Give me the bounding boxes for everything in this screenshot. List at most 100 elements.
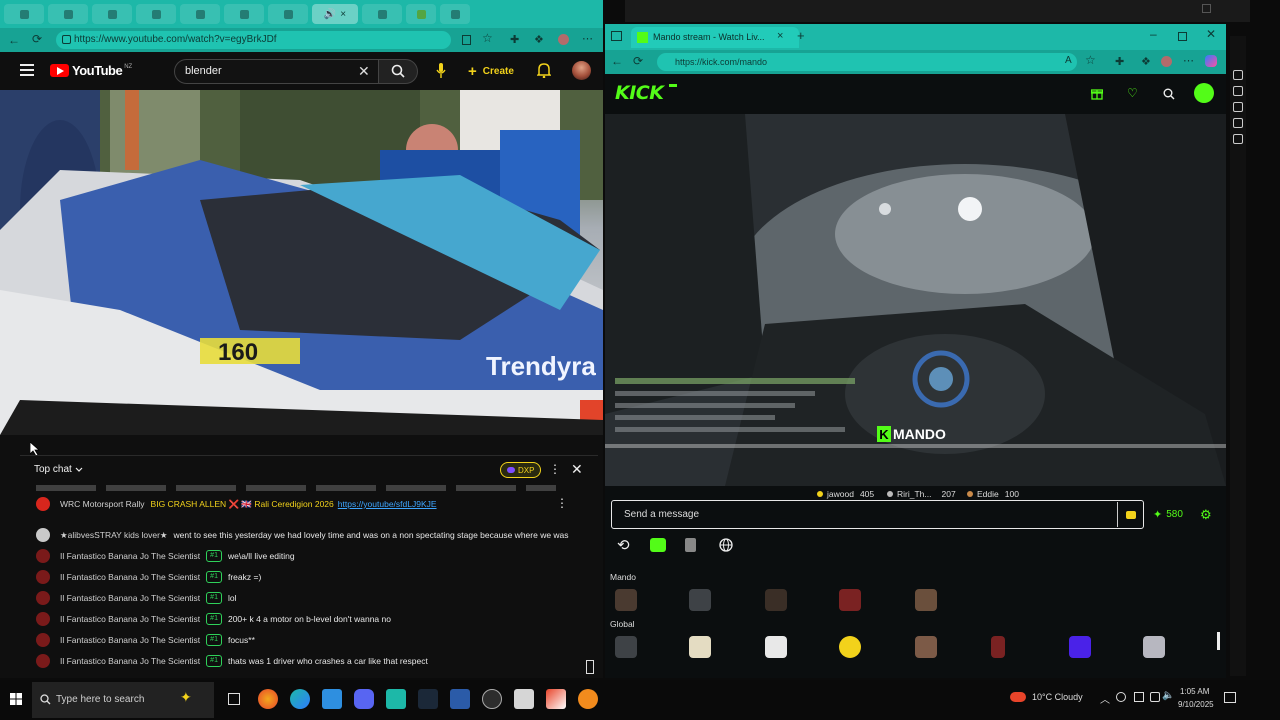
- emote-scrollbar[interactable]: [1217, 632, 1220, 650]
- chat-message[interactable]: ★alibvesSTRAY kids lover★ went to see th…: [20, 525, 580, 545]
- youtube-logo[interactable]: YouTube NZ: [50, 63, 132, 78]
- emote[interactable]: [1143, 636, 1165, 658]
- clock-date[interactable]: 9/10/2025: [1178, 700, 1214, 709]
- url-field[interactable]: https://kick.com/mando: [657, 53, 1077, 71]
- chat-author[interactable]: ★alibvesSTRAY kids lover★: [60, 530, 168, 541]
- minimize-icon[interactable]: –: [1150, 27, 1157, 41]
- tray-chevron-up-icon[interactable]: ︿: [1100, 691, 1110, 706]
- window-restore-icon[interactable]: [1202, 4, 1211, 13]
- rewards-icon[interactable]: [1091, 88, 1103, 100]
- browser-tab[interactable]: [136, 4, 176, 24]
- window-close-icon[interactable]: ✕: [1206, 27, 1216, 41]
- taskbar-app-icon[interactable]: [386, 689, 406, 709]
- chat-message[interactable]: Il Fantastico Banana Jo The Scientist #1…: [20, 609, 580, 629]
- supporter-chip[interactable]: Eddie 100: [967, 489, 1019, 499]
- taskbar-app-icon[interactable]: [482, 689, 502, 709]
- hamburger-menu-icon[interactable]: [20, 64, 34, 76]
- browser-tab[interactable]: [440, 4, 470, 24]
- browser-tab[interactable]: [406, 4, 436, 24]
- read-aloud-icon[interactable]: A: [1065, 55, 1072, 66]
- tab-close-icon[interactable]: ×: [340, 9, 346, 20]
- account-avatar[interactable]: [572, 61, 591, 80]
- supporter-chip[interactable]: jawood 405: [817, 489, 874, 499]
- emote[interactable]: [915, 636, 937, 658]
- browser-tab[interactable]: [48, 4, 88, 24]
- profile-icon[interactable]: [1161, 56, 1172, 67]
- browser-tab[interactable]: [4, 4, 44, 24]
- network-icon[interactable]: [1134, 692, 1144, 702]
- kick-logo[interactable]: KICK: [615, 82, 664, 104]
- channel-points[interactable]: ✦ 580: [1153, 508, 1183, 521]
- pinned-more-icon[interactable]: ⋮: [556, 496, 568, 510]
- sidebar-app-icon[interactable]: [1233, 102, 1243, 112]
- profile-icon[interactable]: [558, 34, 569, 45]
- youtube-video-player[interactable]: 160 Trendyra: [0, 90, 603, 435]
- following-heart-icon[interactable]: ♡: [1127, 86, 1138, 100]
- menu-dots-icon[interactable]: ⋯: [1183, 54, 1194, 67]
- chat-scrollbar[interactable]: [586, 660, 594, 674]
- taskbar-app-icon[interactable]: [354, 689, 374, 709]
- extensions-icon[interactable]: ✚: [1115, 55, 1124, 68]
- chat-message[interactable]: Il Fantastico Banana Jo The Scientist #1…: [20, 567, 580, 587]
- user-avatar[interactable]: [1194, 83, 1214, 103]
- sidebar-app-icon[interactable]: [1233, 70, 1243, 80]
- notifications-bell-icon[interactable]: [537, 63, 551, 78]
- supporter-chip[interactable]: Riri_Th... 207: [887, 489, 956, 499]
- browser-tab-active[interactable]: 🔊 ×: [312, 4, 358, 24]
- new-tab-icon[interactable]: +: [797, 28, 805, 43]
- clear-search-icon[interactable]: ✕: [358, 63, 370, 80]
- emote[interactable]: [839, 589, 861, 611]
- chat-author[interactable]: WRC Motorsport Rally: [60, 499, 145, 509]
- favorite-icon[interactable]: ☆: [1085, 53, 1096, 67]
- emote[interactable]: [839, 636, 861, 658]
- kick-tab-close-icon[interactable]: ×: [777, 30, 783, 42]
- emote[interactable]: [615, 636, 637, 658]
- recent-emotes-icon[interactable]: ⟲: [617, 536, 630, 554]
- chat-author[interactable]: Il Fantastico Banana Jo The Scientist: [60, 614, 200, 624]
- browser-tab[interactable]: [92, 4, 132, 24]
- chat-message[interactable]: Il Fantastico Banana Jo The Scientist #1…: [20, 630, 580, 650]
- youtube-search-input[interactable]: blender: [174, 59, 379, 84]
- browser-tab[interactable]: [362, 4, 402, 24]
- taskbar-app-icon[interactable]: [450, 689, 470, 709]
- sidebar-app-icon[interactable]: [1233, 134, 1243, 144]
- emote-picker-button[interactable]: [1117, 502, 1143, 527]
- chat-author[interactable]: Il Fantastico Banana Jo The Scientist: [60, 656, 200, 666]
- edge-taskbar-icon[interactable]: [290, 689, 310, 709]
- emote[interactable]: [689, 636, 711, 658]
- url-field[interactable]: https://www.youtube.com/watch?v=egyBrkJD…: [56, 31, 451, 49]
- chat-message[interactable]: Il Fantastico Banana Jo The Scientist #1…: [20, 546, 580, 566]
- favorite-icon[interactable]: ☆: [482, 31, 493, 45]
- copilot-icon[interactable]: [1205, 55, 1217, 67]
- chat-more-icon[interactable]: ⋮: [549, 462, 561, 476]
- notifications-icon[interactable]: [1224, 692, 1236, 703]
- youtube-search-button[interactable]: [378, 59, 418, 84]
- steam-icon[interactable]: [418, 689, 438, 709]
- chat-close-icon[interactable]: ✕: [571, 461, 583, 478]
- search-icon[interactable]: [1163, 88, 1175, 100]
- chat-message-link[interactable]: https://youtube/sfdLJ9KJE: [338, 499, 437, 509]
- microphone-icon[interactable]: [436, 63, 446, 79]
- clock-time[interactable]: 1:05 AM: [1180, 687, 1209, 696]
- taskbar-app-icon[interactable]: [514, 689, 534, 709]
- reader-icon[interactable]: [462, 35, 471, 45]
- browser-tab[interactable]: [180, 4, 220, 24]
- chat-settings-gear-icon[interactable]: ⚙: [1200, 507, 1212, 523]
- browser-tab[interactable]: [268, 4, 308, 24]
- emote[interactable]: [991, 636, 1005, 658]
- emote[interactable]: [765, 589, 787, 611]
- weather-text[interactable]: 10°C Cloudy: [1032, 692, 1083, 702]
- windows-start-icon[interactable]: [10, 693, 22, 705]
- top-chat-selector[interactable]: Top chat: [34, 464, 83, 475]
- emote[interactable]: [915, 589, 937, 611]
- collections-icon[interactable]: ❖: [1141, 55, 1151, 68]
- browser-tab[interactable]: [224, 4, 264, 24]
- volume-icon[interactable]: 🔈: [1162, 690, 1174, 701]
- emote[interactable]: [765, 636, 787, 658]
- sticker-emotes-icon[interactable]: [685, 538, 696, 552]
- task-view-icon[interactable]: [228, 693, 240, 705]
- taskbar-app-icon[interactable]: [578, 689, 598, 709]
- sidebar-app-icon[interactable]: [1233, 86, 1243, 96]
- emote[interactable]: [1069, 636, 1091, 658]
- taskbar-app-icon[interactable]: [258, 689, 278, 709]
